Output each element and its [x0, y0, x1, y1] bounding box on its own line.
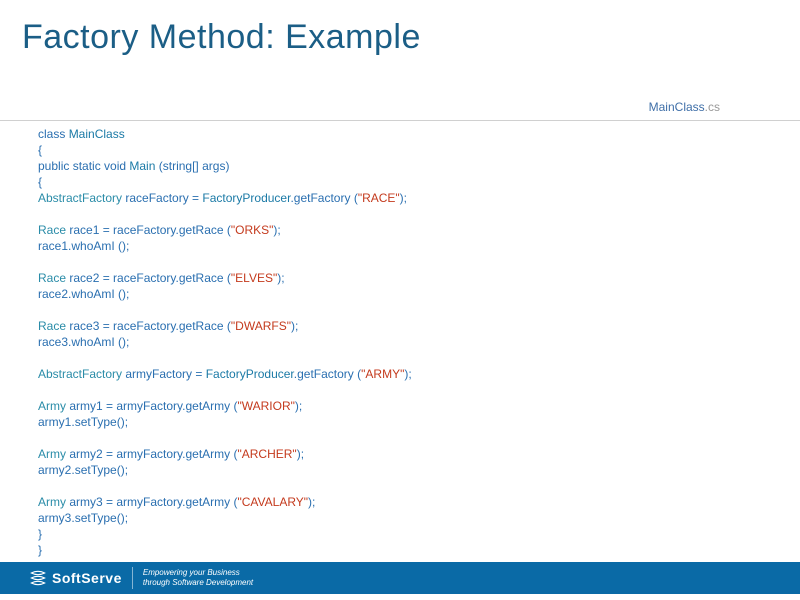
code-line: {	[38, 142, 760, 158]
code-line: public static void Main (string[] args)	[38, 158, 760, 174]
filename-ext: .cs	[705, 100, 720, 114]
code-line	[38, 430, 760, 446]
footer-tagline: Empowering your Business through Softwar…	[143, 568, 253, 588]
code-line	[38, 382, 760, 398]
code-line: Race race1 = raceFactory.getRace ("ORKS"…	[38, 222, 760, 238]
footer: SoftServe Empowering your Business throu…	[0, 562, 800, 594]
code-line: Army army3 = armyFactory.getArmy ("CAVAL…	[38, 494, 760, 510]
code-line: AbstractFactory raceFactory = FactoryPro…	[38, 190, 760, 206]
slide-title: Factory Method: Example	[0, 0, 800, 57]
footer-tagline-1: Empowering your Business	[143, 568, 240, 577]
footer-divider	[132, 567, 133, 589]
code-line	[38, 478, 760, 494]
code-line: race1.whoAmI ();	[38, 238, 760, 254]
code-line	[38, 350, 760, 366]
code-line: Race race3 = raceFactory.getRace ("DWARF…	[38, 318, 760, 334]
code-line	[38, 206, 760, 222]
filename-label: MainClass.cs	[649, 100, 720, 114]
code-line: class MainClass	[38, 126, 760, 142]
code-line: {	[38, 174, 760, 190]
code-line	[38, 302, 760, 318]
code-line: Army army2 = armyFactory.getArmy ("ARCHE…	[38, 446, 760, 462]
code-line: }	[38, 526, 760, 542]
code-block: class MainClass{public static void Main …	[38, 126, 760, 558]
code-line: race2.whoAmI ();	[38, 286, 760, 302]
code-line: Army army1 = armyFactory.getArmy ("WARIO…	[38, 398, 760, 414]
code-line: }	[38, 542, 760, 558]
code-line	[38, 254, 760, 270]
code-line: Race race2 = raceFactory.getRace ("ELVES…	[38, 270, 760, 286]
footer-tagline-2: through Software Development	[143, 578, 253, 587]
code-line: army1.setType();	[38, 414, 760, 430]
footer-brand: SoftServe	[52, 570, 122, 586]
filename-base: MainClass	[649, 100, 705, 114]
divider	[0, 120, 800, 121]
logo-icon	[28, 568, 48, 588]
slide: Factory Method: Example MainClass.cs cla…	[0, 0, 800, 600]
code-line: army2.setType();	[38, 462, 760, 478]
code-line: army3.setType();	[38, 510, 760, 526]
code-line: AbstractFactory armyFactory = FactoryPro…	[38, 366, 760, 382]
code-line: race3.whoAmI ();	[38, 334, 760, 350]
